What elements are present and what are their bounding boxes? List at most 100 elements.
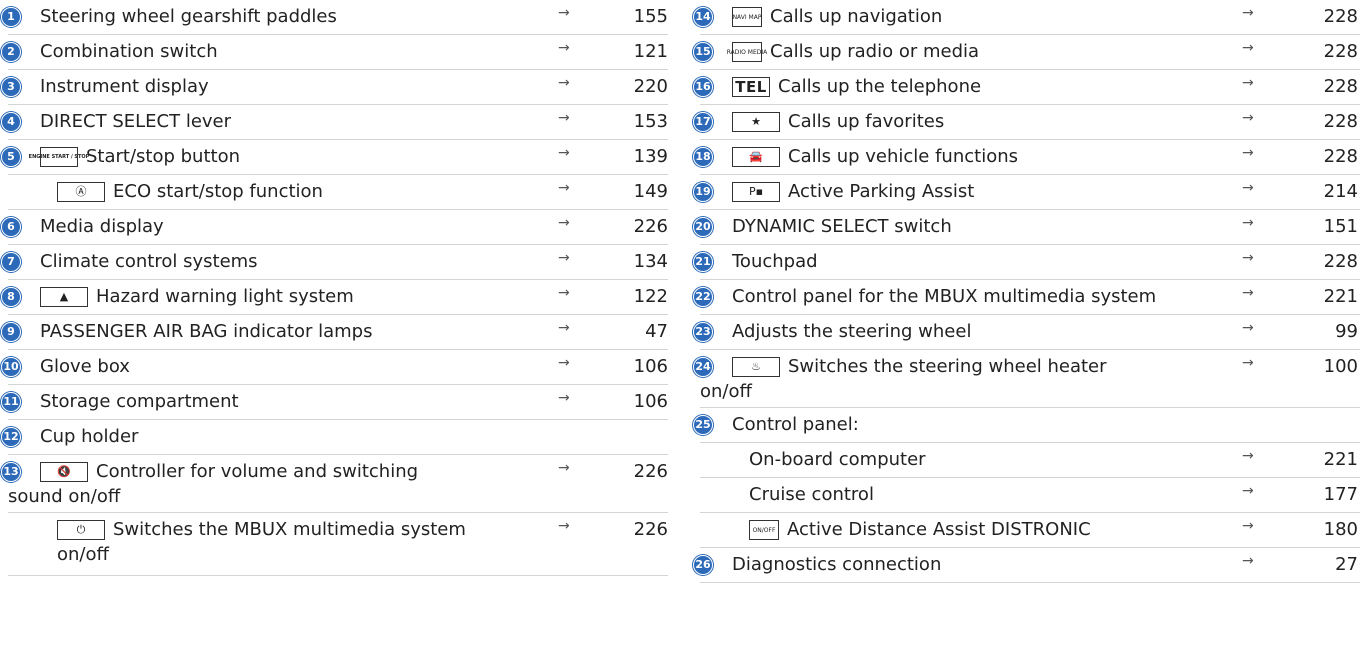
callout-number: 26 bbox=[692, 554, 714, 576]
steering-heater-icon: ♨ bbox=[732, 357, 780, 377]
page-reference-arrow: → bbox=[558, 145, 570, 161]
callout-number: 16 bbox=[692, 76, 714, 98]
page-number: 139 bbox=[633, 146, 668, 167]
page-reference-arrow: → bbox=[1242, 518, 1254, 534]
left-legend-row: 3 Instrument display → 220 bbox=[0, 70, 668, 105]
right-legend-row: ON/OFF Active Distance Assist DISTRONIC → 1… bbox=[700, 513, 1360, 548]
page-reference-arrow: → bbox=[1242, 180, 1254, 196]
page-number: 134 bbox=[633, 251, 668, 272]
callout-number: 9 bbox=[0, 321, 22, 343]
page-reference-arrow: → bbox=[1242, 250, 1254, 266]
right-legend-row: 19 P▪ Active Parking Assist → 214 bbox=[692, 175, 1360, 210]
legend-label: Diagnostics connection bbox=[732, 554, 942, 575]
right-legend-row: 17 ★ Calls up favorites → 228 bbox=[692, 105, 1360, 140]
legend-label: Calls up radio or media bbox=[770, 41, 980, 62]
left-legend-row: 1 Steering wheel gearshift paddles → 155 bbox=[0, 0, 668, 35]
page-reference-arrow: → bbox=[1242, 320, 1254, 336]
legend-label: Media display bbox=[40, 216, 164, 237]
legend-label-continued: on/off bbox=[57, 544, 109, 565]
callout-number: 6 bbox=[0, 216, 22, 238]
legend-label: Adjusts the steering wheel bbox=[732, 321, 972, 342]
legend-label: Instrument display bbox=[40, 76, 209, 97]
callout-number: 17 bbox=[692, 111, 714, 133]
legend-label: Switches the MBUX multimedia system bbox=[113, 519, 466, 540]
distronic-icon: ON/OFF bbox=[749, 520, 779, 540]
left-legend-row: Ⓐ ECO start/stop function → 149 bbox=[8, 175, 668, 210]
callout-number: 22 bbox=[692, 286, 714, 308]
callout-number: 7 bbox=[0, 251, 22, 273]
right-legend-row: 16 TEL Calls up the telephone → 228 bbox=[692, 70, 1360, 105]
callout-number: 4 bbox=[0, 111, 22, 133]
page-number: 149 bbox=[633, 181, 668, 202]
callout-number: 2 bbox=[0, 41, 22, 63]
right-legend-row: 18 🚘 Calls up vehicle functions → 228 bbox=[692, 140, 1360, 175]
callout-number: 12 bbox=[0, 426, 22, 448]
page-reference-arrow: → bbox=[1242, 75, 1254, 91]
legend-label: Start/stop button bbox=[86, 146, 241, 167]
car-icon: 🚘 bbox=[732, 147, 780, 167]
page-reference-arrow: → bbox=[558, 320, 570, 336]
left-legend-row: 2 Combination switch → 121 bbox=[0, 35, 668, 70]
page-reference-arrow: → bbox=[558, 5, 570, 21]
left-legend-row: 6 Media display → 226 bbox=[0, 210, 668, 245]
engine-start-stop-icon: ENGINE START / STOP bbox=[29, 147, 89, 167]
left-legend-row: 12 Cup holder bbox=[0, 420, 668, 455]
page-reference-arrow: → bbox=[1242, 40, 1254, 56]
legend-label: Climate control systems bbox=[40, 251, 258, 272]
legend-label: ECO start/stop function bbox=[113, 181, 323, 202]
page-number: 153 bbox=[633, 111, 668, 132]
page-number: 226 bbox=[633, 461, 668, 482]
page-number: 214 bbox=[1323, 181, 1358, 202]
page-reference-arrow: → bbox=[558, 110, 570, 126]
page-number: 220 bbox=[633, 76, 668, 97]
legend-label: Calls up the telephone bbox=[778, 76, 982, 97]
page-number: 228 bbox=[1323, 76, 1358, 97]
page-number: 226 bbox=[633, 216, 668, 237]
left-legend-row: 10 Glove box → 106 bbox=[0, 350, 668, 385]
page-number: 228 bbox=[1323, 6, 1358, 27]
page-number: 177 bbox=[1323, 484, 1358, 505]
legend-label: Cup holder bbox=[40, 426, 139, 447]
callout-number: 21 bbox=[692, 251, 714, 273]
page-number: 106 bbox=[633, 356, 668, 377]
right-legend-row: 15 RADIO MEDIA Calls up radio or media → 228 bbox=[692, 35, 1360, 70]
page-number: 221 bbox=[1323, 449, 1358, 470]
callout-number: 25 bbox=[692, 414, 714, 436]
hazard-warning-icon: ▲ bbox=[40, 287, 88, 307]
left-legend-row: 8 ▲ Hazard warning light system → 122 bbox=[0, 280, 668, 315]
left-legend-row: 9 PASSENGER AIR BAG indicator lamps → 47 bbox=[0, 315, 668, 350]
mute-icon: 🔇 bbox=[40, 462, 88, 482]
legend-label: Calls up vehicle functions bbox=[788, 146, 1018, 167]
callout-number: 3 bbox=[0, 76, 22, 98]
page-reference-arrow: → bbox=[1242, 285, 1254, 301]
page-reference-arrow: → bbox=[1242, 5, 1254, 21]
right-legend-row: 25 Control panel: bbox=[692, 408, 1360, 443]
page-number: 226 bbox=[633, 519, 668, 540]
page-reference-arrow: → bbox=[558, 518, 570, 534]
callout-number: 11 bbox=[0, 391, 22, 413]
page-reference-arrow: → bbox=[558, 40, 570, 56]
right-legend-row: 23 Adjusts the steering wheel → 99 bbox=[692, 315, 1360, 350]
legend-label: Control panel: bbox=[732, 414, 859, 435]
star-icon: ★ bbox=[732, 112, 780, 132]
eco-start-stop-icon: Ⓐ bbox=[57, 182, 105, 202]
page-reference-arrow: → bbox=[558, 355, 570, 371]
page-reference-arrow: → bbox=[1242, 448, 1254, 464]
callout-number: 23 bbox=[692, 321, 714, 343]
right-legend-row: 21 Touchpad → 228 bbox=[692, 245, 1360, 280]
legend-label: Glove box bbox=[40, 356, 130, 377]
legend-label: DIRECT SELECT lever bbox=[40, 111, 232, 132]
page-number: 100 bbox=[1323, 356, 1358, 377]
page-reference-arrow: → bbox=[558, 180, 570, 196]
right-legend-row: 24 ♨ Switches the steering wheel heater on/… bbox=[692, 350, 1360, 408]
page-number: 155 bbox=[633, 6, 668, 27]
page-number: 47 bbox=[645, 321, 668, 342]
right-legend-row: 22 Control panel for the MBUX multimedia … bbox=[692, 280, 1360, 315]
legend-label: Active Distance Assist DISTRONIC bbox=[787, 519, 1091, 540]
parking-assist-icon: P▪ bbox=[732, 182, 780, 202]
page-reference-arrow: → bbox=[1242, 110, 1254, 126]
left-legend-row: ⏻ Switches the MBUX multimedia system on/o… bbox=[8, 513, 668, 576]
page-number: 99 bbox=[1335, 321, 1358, 342]
legend-label: Steering wheel gearshift paddles bbox=[40, 6, 337, 27]
power-icon: ⏻ bbox=[57, 520, 105, 540]
